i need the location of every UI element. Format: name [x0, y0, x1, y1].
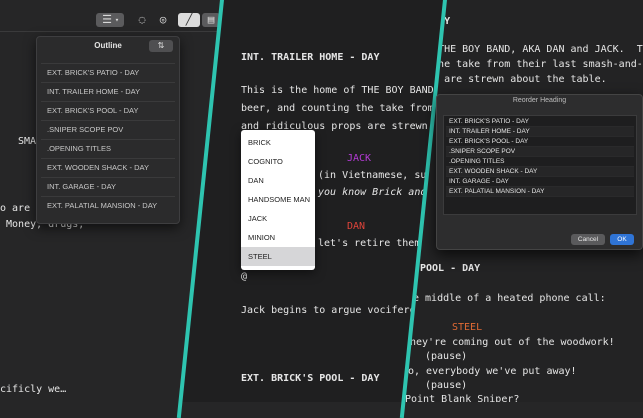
autocomplete-option[interactable]: BRICK: [241, 133, 315, 152]
autocomplete-option[interactable]: HANDSOME MAN: [241, 190, 315, 209]
outline-item[interactable]: INT. TRAILER HOME - DAY: [41, 82, 175, 100]
action-line[interactable]: beer, and counting the take from the: [241, 103, 445, 114]
cancel-button[interactable]: Cancel: [571, 234, 605, 245]
outline-item[interactable]: EXT. BRICK'S POOL - DAY: [41, 101, 175, 119]
dialogue-line[interactable]: Point Blank Sniper?: [405, 394, 519, 402]
autocomplete-option-selected[interactable]: STEEL: [241, 247, 315, 266]
scene-heading[interactable]: INT. TRAILER HOME - DAY: [241, 52, 379, 63]
outline-item[interactable]: INT. GARAGE - DAY: [41, 177, 175, 195]
dialogue-line[interactable]: o, everybody we've put away!: [408, 366, 577, 377]
character-autocomplete: BRICK COGNITO DAN HANDSOME MAN JACK MINI…: [241, 130, 315, 270]
autocomplete-option[interactable]: JACK: [241, 209, 315, 228]
outline-item[interactable]: EXT. WOODEN SHACK - DAY: [41, 158, 175, 176]
cursor-marker[interactable]: @: [241, 271, 247, 282]
action-line[interactable]: e middle of a heated phone call:: [413, 293, 606, 304]
action-line[interactable]: of THE BOY BAND, AKA DAN and JACK. They …: [420, 44, 643, 55]
outline-item[interactable]: EXT. PALATIAL MANSION - DAY: [41, 196, 175, 214]
list-icon: ☰: [102, 13, 112, 26]
toolbar-divider: [0, 31, 222, 32]
scene-heading[interactable]: EXT. BRICK'S POOL - DAY: [241, 373, 379, 384]
outline-item[interactable]: .SNIPER SCOPE POV: [41, 120, 175, 138]
heading-row[interactable]: INT. TRAILER HOME - DAY: [446, 127, 634, 137]
dialogue-line[interactable]: you know Brick and S: [318, 187, 438, 198]
script-line: cificly we…: [0, 384, 67, 395]
action-line[interactable]: This is the home of THE BOY BAND, AKA: [241, 85, 445, 96]
heading-row[interactable]: INT. GARAGE - DAY: [446, 177, 634, 187]
dialogue-line[interactable]: let's retire them.: [318, 238, 426, 249]
character-jack[interactable]: JACK: [347, 153, 371, 164]
target-icon[interactable]: ◎: [156, 13, 170, 27]
heading-list[interactable]: EXT. BRICK'S PATIO - DAY INT. TRAILER HO…: [443, 115, 637, 215]
reorder-heading-dialog: Reorder Heading EXT. BRICK'S PATIO - DAY…: [436, 94, 643, 250]
sort-button[interactable]: ⇅: [149, 40, 173, 52]
character-dan[interactable]: DAN: [347, 221, 365, 232]
parenthetical[interactable]: (pause): [425, 351, 467, 362]
character-steel[interactable]: STEEL: [452, 322, 482, 333]
dialogue-line[interactable]: hey're coming out of the woodwork!: [410, 337, 615, 348]
sort-icon: ⇅: [157, 41, 165, 50]
action-line[interactable]: Jack begins to argue vociferousl: [241, 305, 434, 316]
heading-row[interactable]: EXT. WOODEN SHACK - DAY: [446, 167, 634, 177]
chevron-down-icon: ▾: [114, 16, 120, 24]
lightbulb-icon[interactable]: ◌: [135, 13, 149, 27]
autocomplete-option[interactable]: COGNITO: [241, 152, 315, 171]
dialog-title: Reorder Heading: [512, 97, 567, 104]
heading-row[interactable]: EXT. BRICK'S POOL - DAY: [446, 137, 634, 147]
autocomplete-option[interactable]: MINION: [241, 228, 315, 247]
pen-icon: ╱: [185, 13, 193, 26]
heading-row[interactable]: .SNIPER SCOPE POV: [446, 147, 634, 157]
parenthetical[interactable]: (pause): [425, 380, 467, 391]
heading-row[interactable]: .OPENING TITLES: [446, 157, 634, 167]
action-line[interactable]: g the take from their last smash-and-gra…: [420, 59, 643, 70]
autocomplete-option[interactable]: DAN: [241, 171, 315, 190]
ok-button[interactable]: OK: [610, 234, 634, 245]
outline-item[interactable]: .OPENING TITLES: [41, 139, 175, 157]
heading-row[interactable]: EXT. BRICK'S PATIO - DAY: [446, 117, 634, 127]
outline-popover: Outline ⇅ EXT. BRICK'S PATIO - DAY INT. …: [36, 36, 180, 224]
heading-row[interactable]: EXT. PALATIAL MANSION - DAY: [446, 187, 634, 197]
print-icon: ▤: [207, 13, 215, 26]
action-line[interactable]: ops are strewn about the table.: [420, 74, 607, 85]
scene-heading[interactable]: POOL - DAY: [420, 263, 480, 274]
outline-item[interactable]: EXT. BRICK'S PATIO - DAY: [41, 63, 175, 81]
